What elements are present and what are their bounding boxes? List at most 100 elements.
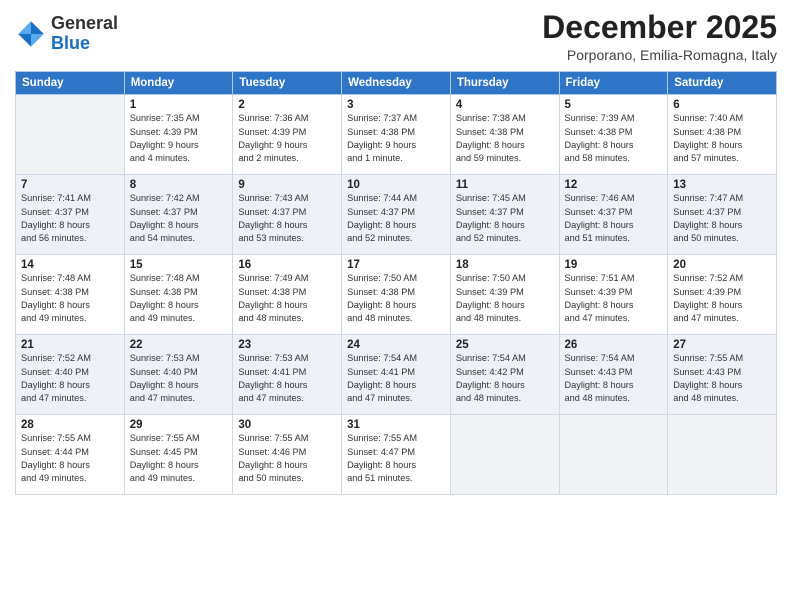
day-number: 6 <box>673 99 771 111</box>
table-row: 17Sunrise: 7:50 AMSunset: 4:38 PMDayligh… <box>342 255 451 335</box>
page-container: General Blue December 2025 Porporano, Em… <box>0 0 792 505</box>
day-number: 21 <box>21 339 119 351</box>
day-info: Sunrise: 7:52 AMSunset: 4:40 PMDaylight:… <box>21 352 119 405</box>
col-tuesday: Tuesday <box>233 72 342 95</box>
day-info: Sunrise: 7:38 AMSunset: 4:38 PMDaylight:… <box>456 112 554 165</box>
col-saturday: Saturday <box>668 72 777 95</box>
table-row: 31Sunrise: 7:55 AMSunset: 4:47 PMDayligh… <box>342 415 451 495</box>
table-row: 14Sunrise: 7:48 AMSunset: 4:38 PMDayligh… <box>16 255 125 335</box>
day-number: 18 <box>456 259 554 271</box>
title-block: December 2025 Porporano, Emilia-Romagna,… <box>542 10 777 63</box>
day-number: 28 <box>21 419 119 431</box>
day-info: Sunrise: 7:36 AMSunset: 4:39 PMDaylight:… <box>238 112 336 165</box>
day-info: Sunrise: 7:53 AMSunset: 4:40 PMDaylight:… <box>130 352 228 405</box>
day-number: 15 <box>130 259 228 271</box>
table-row: 21Sunrise: 7:52 AMSunset: 4:40 PMDayligh… <box>16 335 125 415</box>
day-info: Sunrise: 7:55 AMSunset: 4:43 PMDaylight:… <box>673 352 771 405</box>
day-info: Sunrise: 7:40 AMSunset: 4:38 PMDaylight:… <box>673 112 771 165</box>
col-thursday: Thursday <box>450 72 559 95</box>
day-number: 14 <box>21 259 119 271</box>
table-row <box>450 415 559 495</box>
day-info: Sunrise: 7:55 AMSunset: 4:46 PMDaylight:… <box>238 432 336 485</box>
day-number: 11 <box>456 179 554 191</box>
day-number: 26 <box>565 339 663 351</box>
table-row: 18Sunrise: 7:50 AMSunset: 4:39 PMDayligh… <box>450 255 559 335</box>
table-row: 30Sunrise: 7:55 AMSunset: 4:46 PMDayligh… <box>233 415 342 495</box>
day-info: Sunrise: 7:35 AMSunset: 4:39 PMDaylight:… <box>130 112 228 165</box>
col-sunday: Sunday <box>16 72 125 95</box>
day-info: Sunrise: 7:43 AMSunset: 4:37 PMDaylight:… <box>238 192 336 245</box>
logo-text: General Blue <box>51 14 118 54</box>
day-info: Sunrise: 7:44 AMSunset: 4:37 PMDaylight:… <box>347 192 445 245</box>
day-number: 30 <box>238 419 336 431</box>
table-row: 9Sunrise: 7:43 AMSunset: 4:37 PMDaylight… <box>233 175 342 255</box>
table-row: 5Sunrise: 7:39 AMSunset: 4:38 PMDaylight… <box>559 95 668 175</box>
table-row: 3Sunrise: 7:37 AMSunset: 4:38 PMDaylight… <box>342 95 451 175</box>
table-row <box>16 95 125 175</box>
calendar-week-row: 7Sunrise: 7:41 AMSunset: 4:37 PMDaylight… <box>16 175 777 255</box>
day-number: 29 <box>130 419 228 431</box>
day-info: Sunrise: 7:46 AMSunset: 4:37 PMDaylight:… <box>565 192 663 245</box>
col-wednesday: Wednesday <box>342 72 451 95</box>
calendar-week-row: 21Sunrise: 7:52 AMSunset: 4:40 PMDayligh… <box>16 335 777 415</box>
day-info: Sunrise: 7:45 AMSunset: 4:37 PMDaylight:… <box>456 192 554 245</box>
table-row: 13Sunrise: 7:47 AMSunset: 4:37 PMDayligh… <box>668 175 777 255</box>
table-row: 6Sunrise: 7:40 AMSunset: 4:38 PMDaylight… <box>668 95 777 175</box>
day-number: 25 <box>456 339 554 351</box>
calendar-table: Sunday Monday Tuesday Wednesday Thursday… <box>15 71 777 495</box>
day-number: 3 <box>347 99 445 111</box>
table-row: 10Sunrise: 7:44 AMSunset: 4:37 PMDayligh… <box>342 175 451 255</box>
day-info: Sunrise: 7:53 AMSunset: 4:41 PMDaylight:… <box>238 352 336 405</box>
table-row: 22Sunrise: 7:53 AMSunset: 4:40 PMDayligh… <box>124 335 233 415</box>
day-number: 1 <box>130 99 228 111</box>
table-row: 2Sunrise: 7:36 AMSunset: 4:39 PMDaylight… <box>233 95 342 175</box>
calendar-week-row: 1Sunrise: 7:35 AMSunset: 4:39 PMDaylight… <box>16 95 777 175</box>
logo-blue: Blue <box>51 33 90 53</box>
day-info: Sunrise: 7:47 AMSunset: 4:37 PMDaylight:… <box>673 192 771 245</box>
day-number: 10 <box>347 179 445 191</box>
day-info: Sunrise: 7:54 AMSunset: 4:42 PMDaylight:… <box>456 352 554 405</box>
day-number: 22 <box>130 339 228 351</box>
col-monday: Monday <box>124 72 233 95</box>
table-row: 29Sunrise: 7:55 AMSunset: 4:45 PMDayligh… <box>124 415 233 495</box>
day-info: Sunrise: 7:51 AMSunset: 4:39 PMDaylight:… <box>565 272 663 325</box>
day-number: 5 <box>565 99 663 111</box>
table-row: 20Sunrise: 7:52 AMSunset: 4:39 PMDayligh… <box>668 255 777 335</box>
day-number: 8 <box>130 179 228 191</box>
table-row: 8Sunrise: 7:42 AMSunset: 4:37 PMDaylight… <box>124 175 233 255</box>
day-number: 16 <box>238 259 336 271</box>
day-info: Sunrise: 7:39 AMSunset: 4:38 PMDaylight:… <box>565 112 663 165</box>
day-number: 17 <box>347 259 445 271</box>
table-row: 25Sunrise: 7:54 AMSunset: 4:42 PMDayligh… <box>450 335 559 415</box>
day-info: Sunrise: 7:54 AMSunset: 4:41 PMDaylight:… <box>347 352 445 405</box>
day-info: Sunrise: 7:55 AMSunset: 4:44 PMDaylight:… <box>21 432 119 485</box>
table-row: 11Sunrise: 7:45 AMSunset: 4:37 PMDayligh… <box>450 175 559 255</box>
table-row: 1Sunrise: 7:35 AMSunset: 4:39 PMDaylight… <box>124 95 233 175</box>
calendar-header-row: Sunday Monday Tuesday Wednesday Thursday… <box>16 72 777 95</box>
day-number: 31 <box>347 419 445 431</box>
day-info: Sunrise: 7:48 AMSunset: 4:38 PMDaylight:… <box>130 272 228 325</box>
location-subtitle: Porporano, Emilia-Romagna, Italy <box>542 47 777 63</box>
table-row: 7Sunrise: 7:41 AMSunset: 4:37 PMDaylight… <box>16 175 125 255</box>
day-number: 20 <box>673 259 771 271</box>
table-row: 16Sunrise: 7:49 AMSunset: 4:38 PMDayligh… <box>233 255 342 335</box>
table-row: 19Sunrise: 7:51 AMSunset: 4:39 PMDayligh… <box>559 255 668 335</box>
day-info: Sunrise: 7:50 AMSunset: 4:38 PMDaylight:… <box>347 272 445 325</box>
day-info: Sunrise: 7:41 AMSunset: 4:37 PMDaylight:… <box>21 192 119 245</box>
table-row: 4Sunrise: 7:38 AMSunset: 4:38 PMDaylight… <box>450 95 559 175</box>
day-info: Sunrise: 7:49 AMSunset: 4:38 PMDaylight:… <box>238 272 336 325</box>
table-row: 28Sunrise: 7:55 AMSunset: 4:44 PMDayligh… <box>16 415 125 495</box>
table-row: 24Sunrise: 7:54 AMSunset: 4:41 PMDayligh… <box>342 335 451 415</box>
day-number: 27 <box>673 339 771 351</box>
day-number: 24 <box>347 339 445 351</box>
day-number: 12 <box>565 179 663 191</box>
day-info: Sunrise: 7:48 AMSunset: 4:38 PMDaylight:… <box>21 272 119 325</box>
month-title: December 2025 <box>542 10 777 45</box>
table-row <box>668 415 777 495</box>
day-number: 4 <box>456 99 554 111</box>
day-number: 2 <box>238 99 336 111</box>
day-info: Sunrise: 7:42 AMSunset: 4:37 PMDaylight:… <box>130 192 228 245</box>
logo: General Blue <box>15 14 118 54</box>
day-number: 13 <box>673 179 771 191</box>
day-number: 23 <box>238 339 336 351</box>
